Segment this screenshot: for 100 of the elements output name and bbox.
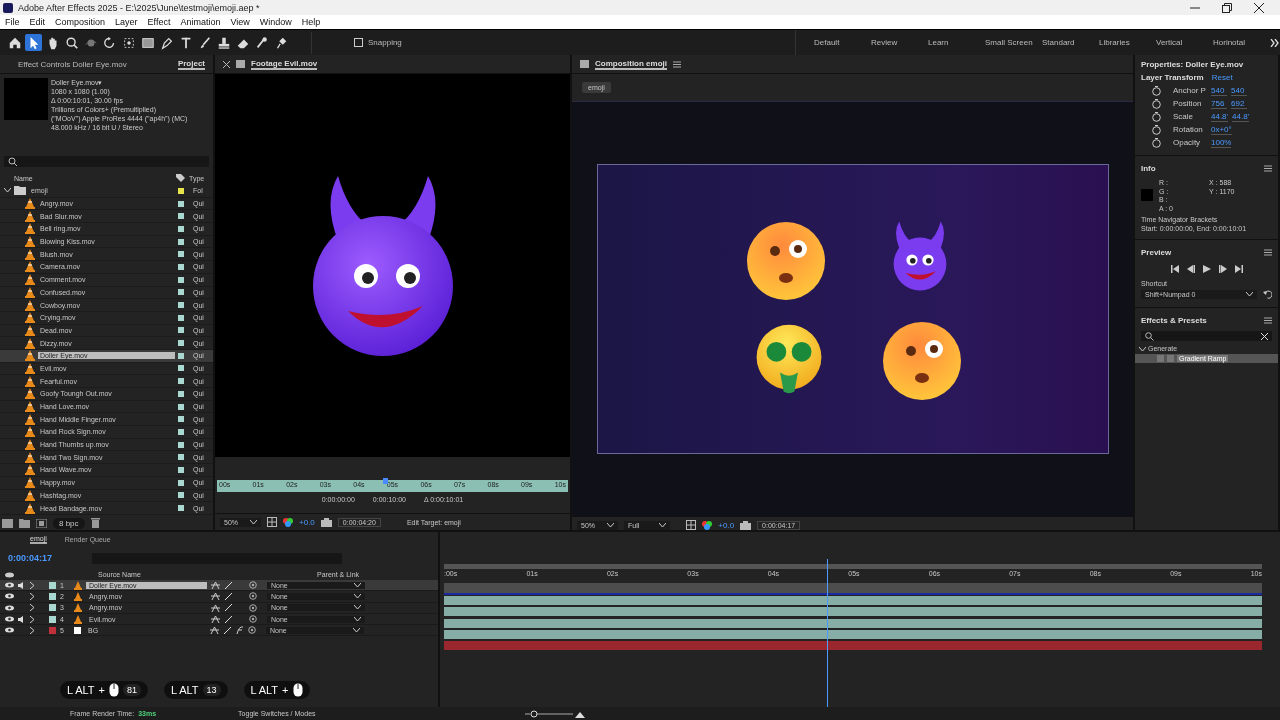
menu-item[interactable]: Layer xyxy=(115,17,138,27)
workspace-tab[interactable]: Default xyxy=(814,38,871,47)
menu-icon[interactable] xyxy=(1264,317,1272,324)
solid-icon xyxy=(74,626,81,634)
eye-icon[interactable] xyxy=(5,604,14,611)
stopwatch-icon[interactable] xyxy=(1152,85,1161,96)
shy-icon[interactable] xyxy=(211,592,220,601)
camera-icon[interactable] xyxy=(320,517,332,527)
eye-icon[interactable] xyxy=(5,582,14,589)
label-swatch xyxy=(178,276,184,283)
property-value[interactable]: 756 xyxy=(1211,98,1227,109)
caret-icon xyxy=(607,522,614,528)
restore-icon[interactable] xyxy=(1222,2,1232,13)
close-icon[interactable] xyxy=(1254,2,1264,13)
panel-tab[interactable]: Project xyxy=(177,58,205,70)
stopwatch-icon[interactable] xyxy=(1152,124,1161,135)
first-frame-icon[interactable] xyxy=(1170,265,1179,273)
shy-icon[interactable] xyxy=(211,581,220,590)
property-value[interactable]: 692 xyxy=(1231,98,1247,109)
menu-item[interactable]: Help xyxy=(301,17,321,27)
effect-icon xyxy=(1157,355,1175,362)
search-field[interactable] xyxy=(4,156,209,167)
clear-icon[interactable] xyxy=(1261,332,1268,340)
last-frame-icon[interactable] xyxy=(1234,265,1243,273)
stopwatch-icon[interactable] xyxy=(1152,111,1161,122)
layer-duration-bar[interactable] xyxy=(444,630,1262,640)
key-count: 81 xyxy=(122,684,141,696)
panel-tab[interactable]: Effect Controls Doller Eye.mov xyxy=(18,59,127,69)
workspace-tab[interactable]: Review xyxy=(871,38,928,47)
chevrons-icon[interactable] xyxy=(1270,38,1280,47)
workspace-tab[interactable]: Vertical xyxy=(1156,38,1213,47)
workspace-tab[interactable]: Standard xyxy=(1042,38,1099,47)
stopwatch-icon[interactable] xyxy=(1152,137,1161,148)
eye-icon[interactable] xyxy=(5,593,14,600)
label-swatch xyxy=(178,263,184,270)
menu-icon[interactable] xyxy=(1264,249,1272,256)
colors-icon[interactable] xyxy=(702,520,713,530)
grid-icon[interactable] xyxy=(267,517,277,527)
workspace-tab[interactable]: Learn xyxy=(928,38,985,47)
menu-item[interactable]: Window xyxy=(259,17,292,27)
label-swatch xyxy=(178,289,184,296)
search-field[interactable] xyxy=(1141,331,1272,341)
colors-icon[interactable] xyxy=(283,517,293,527)
exposure-value[interactable]: +0.0 xyxy=(718,520,735,530)
speaker-icon[interactable] xyxy=(18,581,26,589)
select-tool-icon[interactable] xyxy=(25,34,42,51)
layer-duration-bar[interactable] xyxy=(444,596,1262,606)
stopwatch-icon[interactable] xyxy=(1152,98,1161,109)
cone-icon xyxy=(25,451,35,463)
bit-depth-button[interactable]: 8 bpc xyxy=(53,517,85,529)
shy-icon[interactable] xyxy=(210,626,219,635)
menu-item[interactable]: Composition xyxy=(55,17,106,27)
property-value[interactable]: 540 xyxy=(1231,85,1247,96)
trash-icon[interactable] xyxy=(90,518,100,528)
grid-icon[interactable] xyxy=(686,520,697,530)
shy-icon[interactable] xyxy=(211,603,220,612)
property-value[interactable]: 44.8' xyxy=(1211,111,1229,122)
menu-icon[interactable] xyxy=(673,60,681,68)
reset-icon[interactable] xyxy=(1263,290,1272,299)
speaker-icon[interactable] xyxy=(18,615,26,623)
zoom-slider-icon[interactable] xyxy=(524,709,585,718)
panel-tab[interactable]: Composition emoji xyxy=(595,58,667,70)
layer-duration-bar[interactable] xyxy=(444,607,1262,617)
menu-item[interactable]: Animation xyxy=(180,17,221,27)
workspace-tab[interactable]: Horinotal xyxy=(1213,38,1270,47)
interpret-icon[interactable] xyxy=(2,518,13,528)
cone-icon xyxy=(25,324,35,336)
workspace-tab[interactable]: Small Screen xyxy=(985,38,1042,47)
property-value[interactable]: 540 xyxy=(1211,85,1227,96)
camera-icon[interactable] xyxy=(740,520,752,530)
property-value[interactable]: 44.8' xyxy=(1232,111,1250,122)
menu-item[interactable]: Edit xyxy=(29,17,46,27)
snapping-checkbox[interactable] xyxy=(354,38,363,47)
previous-frame-icon[interactable] xyxy=(1186,265,1195,273)
snapping-label: Snapping xyxy=(368,38,402,47)
composition-icon[interactable] xyxy=(36,518,47,528)
exposure-value[interactable]: +0.0 xyxy=(299,517,315,527)
next-frame-icon[interactable] xyxy=(1218,265,1227,273)
menu-item[interactable]: View xyxy=(230,17,250,27)
playhead-marker[interactable] xyxy=(383,478,389,484)
menu-icon[interactable] xyxy=(1264,165,1272,172)
eye-icon[interactable] xyxy=(5,616,14,623)
play-icon[interactable] xyxy=(1202,265,1211,273)
menu-item[interactable]: Effect xyxy=(147,17,171,27)
close-icon[interactable] xyxy=(223,60,230,68)
folder-icon[interactable] xyxy=(19,518,30,528)
current-time-display[interactable]: 0:00:04:17 xyxy=(8,553,53,563)
property-value[interactable]: 100% xyxy=(1211,137,1232,148)
property-value[interactable]: 0x+0° xyxy=(1211,124,1232,135)
effect-icon[interactable] xyxy=(236,626,244,635)
panel-tab[interactable]: Footage Evil.mov xyxy=(251,58,318,70)
layer-duration-bar[interactable] xyxy=(444,618,1262,628)
key-label: + xyxy=(282,684,289,696)
menu-item[interactable]: File xyxy=(5,17,20,27)
playhead-line[interactable] xyxy=(826,559,828,707)
eye-icon[interactable] xyxy=(5,627,14,634)
shy-icon[interactable] xyxy=(211,615,220,624)
cone-icon xyxy=(25,350,35,362)
workspace-tab[interactable]: Libraries xyxy=(1099,38,1156,47)
reset-link[interactable]: Reset xyxy=(1211,73,1233,82)
